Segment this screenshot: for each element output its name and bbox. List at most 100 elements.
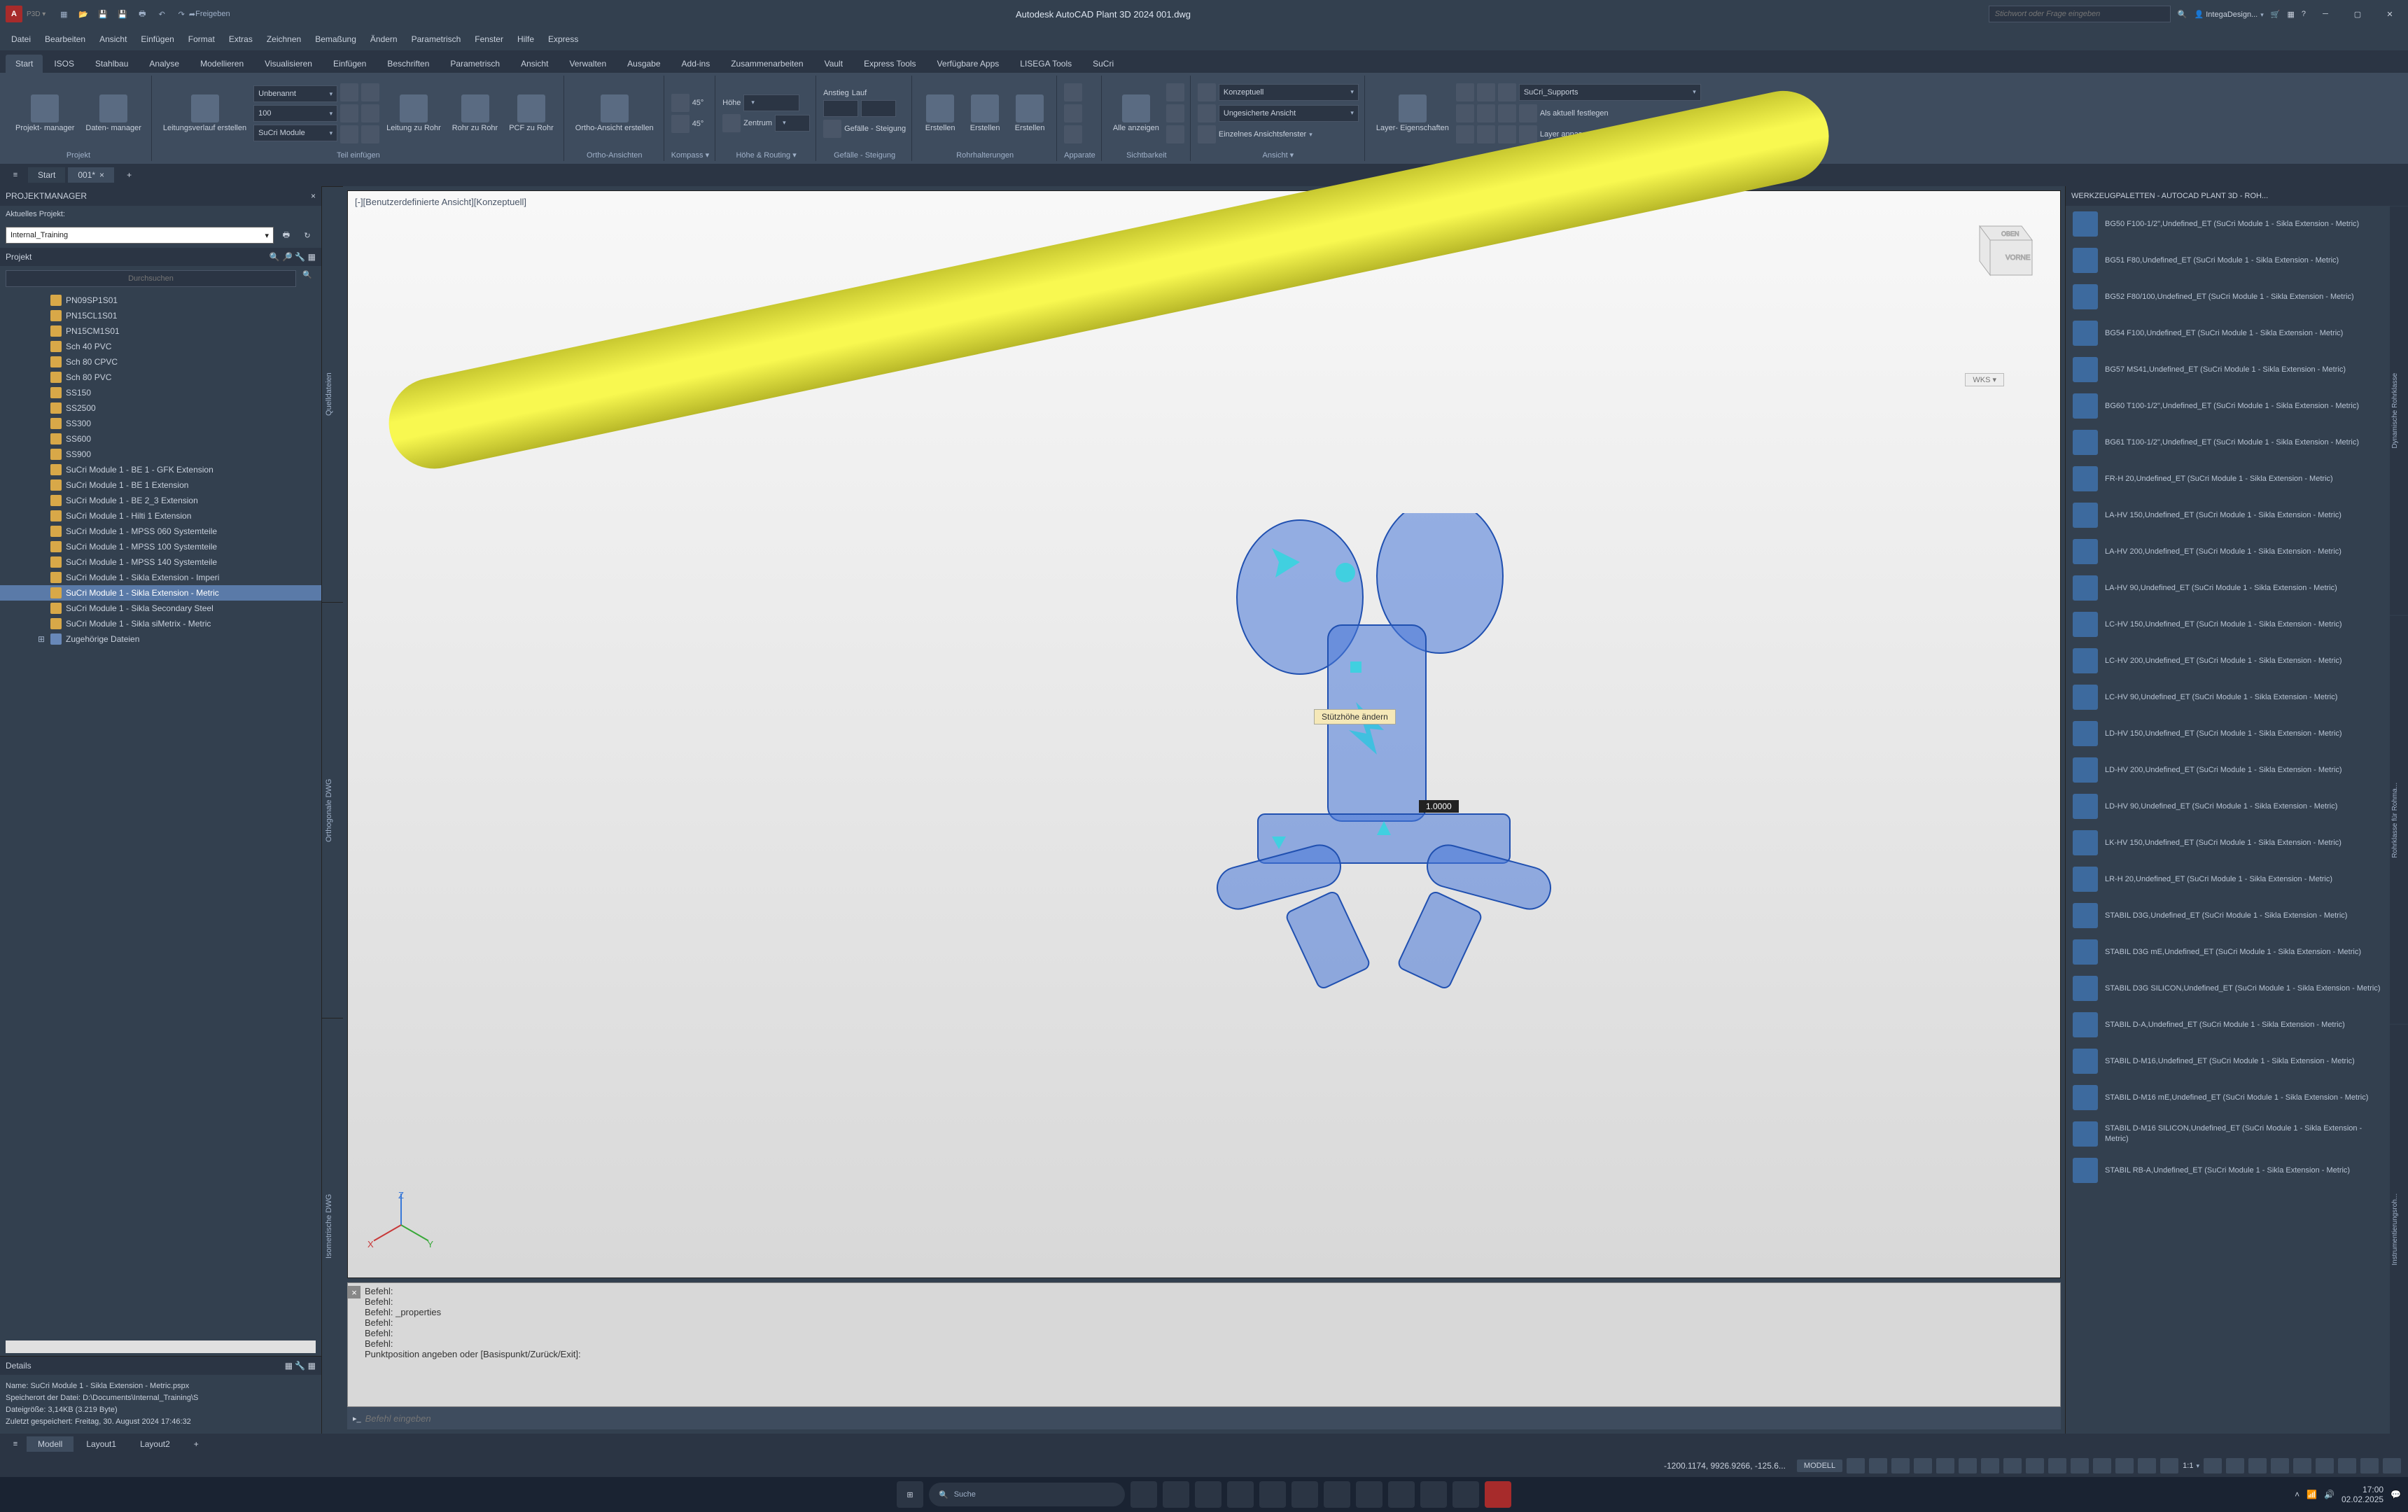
taskbar-search[interactable]: 🔍 Suche — [929, 1483, 1125, 1506]
sb-ann-icon[interactable] — [2160, 1458, 2178, 1474]
palette-item[interactable]: STABIL D3G mE,Undefined_ET (SuCri Module… — [2066, 934, 2390, 970]
center-combo[interactable] — [775, 115, 810, 132]
ucs-icon[interactable]: Z Y X — [369, 1194, 432, 1256]
center-icon[interactable] — [722, 114, 741, 132]
help-icon[interactable]: ? — [2302, 10, 2306, 18]
task-view-icon[interactable] — [1130, 1481, 1157, 1508]
sb-ortho-icon[interactable] — [1891, 1458, 1910, 1474]
tree-node[interactable]: SuCri Module 1 - Sikla Extension - Metri… — [0, 585, 321, 601]
ribbon-tab-sucri[interactable]: SuCri — [1083, 55, 1124, 73]
palette-item[interactable]: BG54 F100,Undefined_ET (SuCri Module 1 -… — [2066, 315, 2390, 351]
line-combo[interactable]: Unbenannt — [253, 85, 337, 102]
tree-node[interactable]: SS300 — [0, 416, 321, 431]
tb-chrome-icon[interactable] — [1227, 1481, 1254, 1508]
sb-lock-icon[interactable] — [2293, 1458, 2311, 1474]
menu-fenster[interactable]: Fenster — [469, 31, 509, 47]
sb-osnap-icon[interactable] — [1936, 1458, 1954, 1474]
sb-qp-icon[interactable] — [2093, 1458, 2111, 1474]
sb-3dosnap-icon[interactable] — [1959, 1458, 1977, 1474]
tb-folder-icon[interactable] — [1259, 1481, 1286, 1508]
new-tab-button[interactable]: + — [117, 167, 141, 183]
visual-style-combo[interactable]: Konzeptuell — [1219, 84, 1359, 101]
palette-item[interactable]: STABIL D-A,Undefined_ET (SuCri Module 1 … — [2066, 1007, 2390, 1043]
menu-einfügen[interactable]: Einfügen — [135, 31, 179, 47]
layer-ico-4[interactable] — [1456, 104, 1474, 122]
tree-node[interactable]: SS2500 — [0, 400, 321, 416]
palette-item[interactable]: LC-HV 200,Undefined_ET (SuCri Module 1 -… — [2066, 643, 2390, 679]
sb-sc-icon[interactable] — [2115, 1458, 2134, 1474]
tree-node[interactable]: SS900 — [0, 447, 321, 462]
tree-node[interactable]: SuCri Module 1 - BE 2_3 Extension — [0, 493, 321, 508]
palette-item[interactable]: LR-H 20,Undefined_ET (SuCri Module 1 - S… — [2066, 861, 2390, 897]
sb-clean-icon[interactable] — [2360, 1458, 2379, 1474]
run-field[interactable] — [861, 100, 896, 117]
system-tray[interactable]: ˄ 📶 🔊 17:0002.02.2025 💬 — [2295, 1485, 2401, 1504]
palette-item[interactable]: BG57 MS41,Undefined_ET (SuCri Module 1 -… — [2066, 351, 2390, 388]
apps-icon[interactable]: ▦ — [2287, 10, 2294, 19]
tree-node[interactable]: PN09SP1S01 — [0, 293, 321, 308]
layer-combo[interactable]: SuCri_Supports — [1519, 84, 1701, 101]
layer-ico-8[interactable] — [1456, 125, 1474, 144]
pm-tree[interactable]: PN09SP1S01PN15CL1S01PN15CM1S01Sch 40 PVC… — [0, 291, 321, 1338]
ribbon-tab-lisega-tools[interactable]: LISEGA Tools — [1010, 55, 1082, 73]
palette-item[interactable]: BG60 T100-1/2",Undefined_ET (SuCri Modul… — [2066, 388, 2390, 424]
layout-menu-icon[interactable]: ≡ — [6, 1440, 25, 1448]
palette-item[interactable]: LK-HV 150,Undefined_ET (SuCri Module 1 -… — [2066, 825, 2390, 861]
ribbon-tab-isos[interactable]: ISOS — [44, 55, 84, 73]
layout-tab-modell[interactable]: Modell — [27, 1436, 74, 1452]
pm-section-header[interactable]: Projekt🔍 🔎 🔧 ▦ — [0, 248, 321, 266]
tree-node[interactable]: SuCri Module 1 - MPSS 100 Systemteile — [0, 539, 321, 554]
compass-icon[interactable] — [671, 94, 690, 112]
tree-node[interactable]: SuCri Module 1 - Sikla siMetrix - Metric — [0, 616, 321, 631]
qat-new-icon[interactable]: ▦ — [55, 6, 72, 22]
layer-ico-2[interactable] — [1477, 83, 1495, 102]
ribbon-tab-beschriften[interactable]: Beschriften — [377, 55, 439, 73]
sb-tpy-icon[interactable] — [2071, 1458, 2089, 1474]
sb-ws-icon[interactable] — [2204, 1458, 2222, 1474]
palette-item[interactable]: LA-HV 200,Undefined_ET (SuCri Module 1 -… — [2066, 533, 2390, 570]
hamburger-icon[interactable]: ≡ — [6, 167, 25, 183]
menu-ansicht[interactable]: Ansicht — [94, 31, 132, 47]
side-tab[interactable]: Orthogonale DWG — [322, 602, 343, 1018]
model-viewport[interactable]: [-][Benutzerdefinierte Ansicht][Konzeptu… — [347, 190, 2061, 1278]
size-combo[interactable]: 100 — [253, 105, 337, 122]
close-tab-icon[interactable]: × — [99, 170, 104, 180]
view-icon-2[interactable] — [1198, 104, 1216, 122]
pm-search-icon[interactable]: 🔍 — [299, 270, 316, 287]
tb-app-icon-2[interactable] — [1452, 1481, 1479, 1508]
ribbon-tab-analyse[interactable]: Analyse — [139, 55, 189, 73]
sb-dyn-icon[interactable] — [2026, 1458, 2044, 1474]
palette-tab[interactable]: Rohrklasse für Rohma... — [2390, 615, 2408, 1025]
menu-extras[interactable]: Extras — [223, 31, 258, 47]
rise-field[interactable] — [823, 100, 858, 117]
create-support-button-3[interactable]: Erstellen — [1009, 92, 1051, 135]
saved-view-combo[interactable]: Ungesicherte Ansicht — [1219, 105, 1359, 122]
doc-tab-start[interactable]: Start — [28, 167, 65, 183]
command-history[interactable]: × Befehl:Befehl:Befehl: _propertiesBefeh… — [347, 1282, 2061, 1407]
user-menu[interactable]: 👤 IntegaDesign... — [2194, 10, 2263, 19]
part-btn-4[interactable] — [361, 104, 379, 122]
minimize-button[interactable]: ─ — [2313, 1, 2338, 27]
maximize-button[interactable]: ▢ — [2345, 1, 2370, 27]
qat-save-icon[interactable]: 💾 — [94, 6, 111, 22]
layer-ico-1[interactable] — [1456, 83, 1474, 102]
pcf-to-pipe-button[interactable]: PCF zu Rohr — [505, 92, 558, 135]
side-tab[interactable]: Isometrische DWG — [322, 1018, 343, 1434]
vis-btn-2[interactable] — [1166, 104, 1184, 122]
part-btn-6[interactable] — [361, 125, 379, 144]
qat-open-icon[interactable]: 📂 — [75, 6, 92, 22]
wcs-indicator[interactable]: WKS ▾ — [1965, 373, 2004, 386]
ribbon-tab-zusammenarbeiten[interactable]: Zusammenarbeiten — [721, 55, 813, 73]
menu-zeichnen[interactable]: Zeichnen — [261, 31, 307, 47]
layer-ico-6[interactable] — [1498, 104, 1516, 122]
ortho-view-button[interactable]: Ortho-Ansicht erstellen — [571, 92, 658, 135]
create-support-button-2[interactable]: Erstellen — [964, 92, 1006, 135]
menu-datei[interactable]: Datei — [6, 31, 36, 47]
tree-node[interactable]: SuCri Module 1 - BE 1 Extension — [0, 477, 321, 493]
pm-refresh-icon[interactable]: ↻ — [299, 231, 316, 240]
palette-item[interactable]: LA-HV 150,Undefined_ET (SuCri Module 1 -… — [2066, 497, 2390, 533]
cmd-close-icon[interactable]: × — [348, 1286, 360, 1298]
palette-item[interactable]: STABIL D-M16 mE,Undefined_ET (SuCri Modu… — [2066, 1079, 2390, 1116]
sb-snap-icon[interactable] — [1869, 1458, 1887, 1474]
sb-am-icon[interactable] — [2226, 1458, 2244, 1474]
